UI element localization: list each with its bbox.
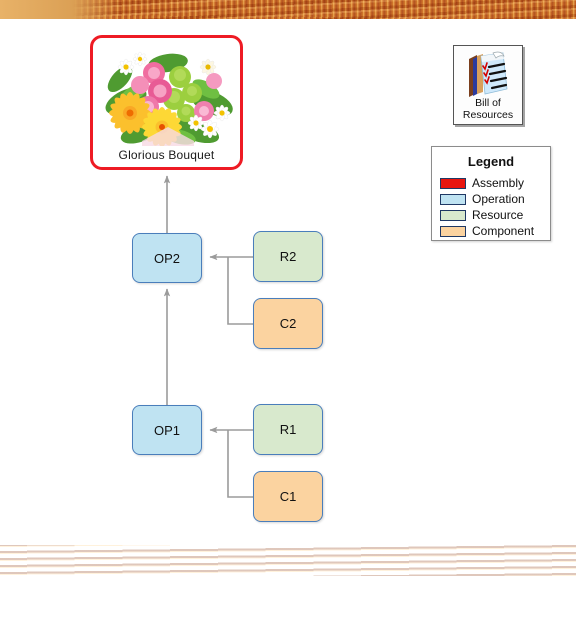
legend-label-operation: Operation (472, 192, 525, 206)
legend-label-resource: Resource (472, 208, 524, 222)
legend-label-component: Component (472, 224, 535, 238)
bill-of-resources-label: Bill of Resources (454, 97, 522, 121)
legend-item-assembly: Assembly (432, 175, 550, 191)
legend-swatch-component (440, 225, 466, 237)
legend-label-assembly: Assembly (472, 176, 525, 190)
node-r2-label: R2 (279, 249, 297, 264)
edge-c1-op1 (227, 430, 253, 498)
legend-item-operation: Operation (432, 191, 550, 207)
node-c1[interactable]: C1 (253, 471, 323, 522)
legend-title: Legend (467, 154, 515, 169)
diagram-canvas: Glorious Bouquet Bill of Resources Legen… (0, 0, 576, 624)
assembly-label: Glorious Bouquet (118, 148, 215, 162)
bor-label-line1: Bill of (475, 97, 501, 109)
node-c2[interactable]: C2 (253, 298, 323, 349)
node-r2[interactable]: R2 (253, 231, 323, 282)
node-r1[interactable]: R1 (253, 404, 323, 455)
edge-c2-op2 (227, 257, 253, 325)
node-op2-label: OP2 (153, 250, 180, 266)
legend-swatch-resource (440, 209, 466, 221)
legend-item-component: Component (432, 223, 550, 239)
node-op1[interactable]: OP1 (132, 405, 202, 455)
node-op2[interactable]: OP2 (132, 233, 202, 283)
bill-of-resources-button[interactable]: Bill of Resources (453, 45, 523, 125)
assembly-card[interactable]: Glorious Bouquet (90, 35, 243, 170)
node-c1-label: C1 (279, 489, 297, 504)
node-op1-label: OP1 (153, 422, 180, 438)
bouquet-photo (96, 41, 240, 146)
node-r1-label: R1 (279, 422, 297, 437)
legend-panel: Legend Assembly Operation Resource Compo… (431, 146, 551, 241)
bor-label-line2: Resources (462, 108, 514, 121)
legend-item-resource: Resource (432, 207, 550, 223)
legend-swatch-assembly (440, 177, 466, 189)
node-c2-label: C2 (279, 316, 297, 331)
legend-swatch-operation (440, 193, 466, 205)
bill-of-resources-icon (463, 49, 515, 101)
